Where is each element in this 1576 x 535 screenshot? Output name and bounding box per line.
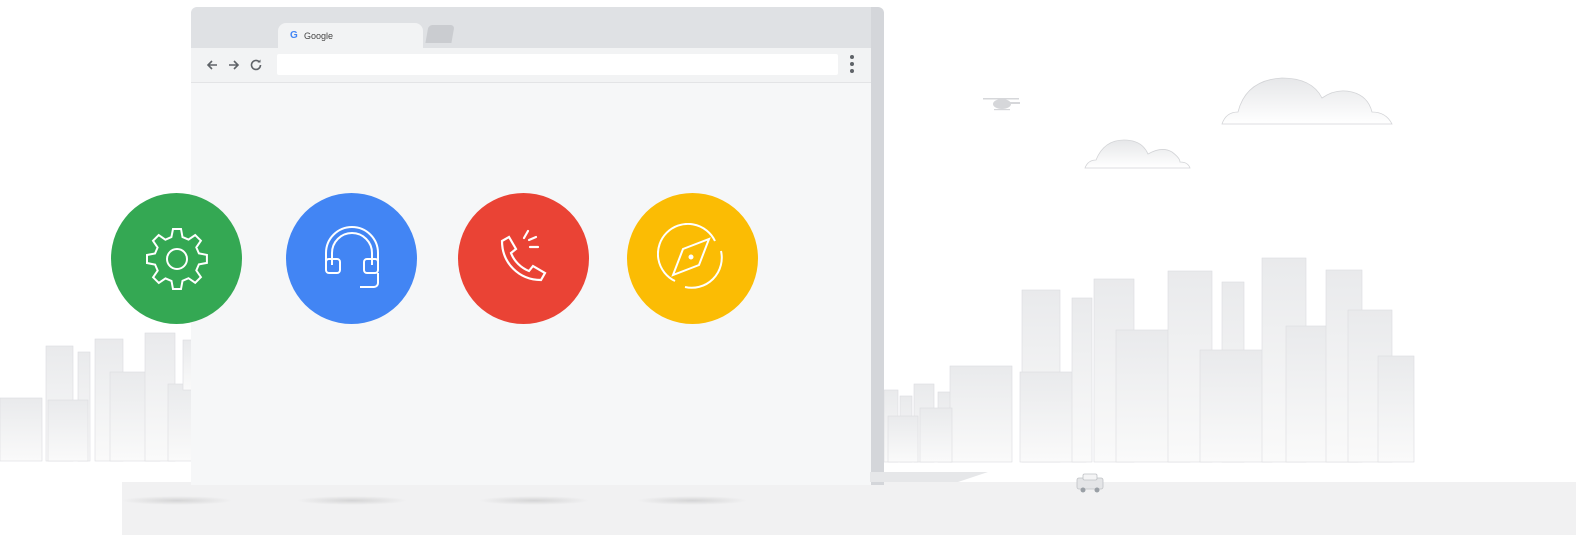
support-circle[interactable] <box>286 193 417 324</box>
circle-shadow <box>296 496 408 505</box>
forward-button[interactable] <box>226 57 242 73</box>
car-illustration <box>1076 473 1104 493</box>
headset-icon <box>324 225 379 288</box>
google-g-logo-icon: G <box>290 30 298 41</box>
circle-shadow <box>636 496 748 505</box>
browser-toolbar <box>191 48 872 83</box>
tab-title: Google <box>304 31 334 41</box>
compass-icon <box>656 222 723 289</box>
new-tab-button[interactable] <box>425 25 455 43</box>
circle-shadow <box>478 496 590 505</box>
tab-strip: G Google <box>191 7 872 49</box>
tab-google[interactable]: G Google <box>278 23 423 49</box>
circle-shadow <box>121 496 233 505</box>
explore-circle[interactable] <box>627 193 758 324</box>
settings-circle[interactable] <box>111 193 242 324</box>
left-buildings <box>0 332 193 462</box>
arrow-left-icon <box>206 60 217 70</box>
arrow-right-icon <box>229 60 240 70</box>
phone-ringing-icon <box>500 229 546 281</box>
reload-button[interactable] <box>248 57 264 73</box>
address-bar[interactable] <box>277 54 838 75</box>
clouds <box>1084 77 1393 169</box>
back-button[interactable] <box>204 57 220 73</box>
reload-icon <box>250 59 262 71</box>
browser-side-edge <box>871 7 884 485</box>
right-buildings <box>883 257 1415 463</box>
laptop-base <box>870 472 988 482</box>
gear-icon <box>145 227 208 290</box>
call-circle[interactable] <box>458 193 589 324</box>
kebab-menu-button[interactable] <box>847 55 857 77</box>
helicopter-illustration <box>983 98 1020 111</box>
